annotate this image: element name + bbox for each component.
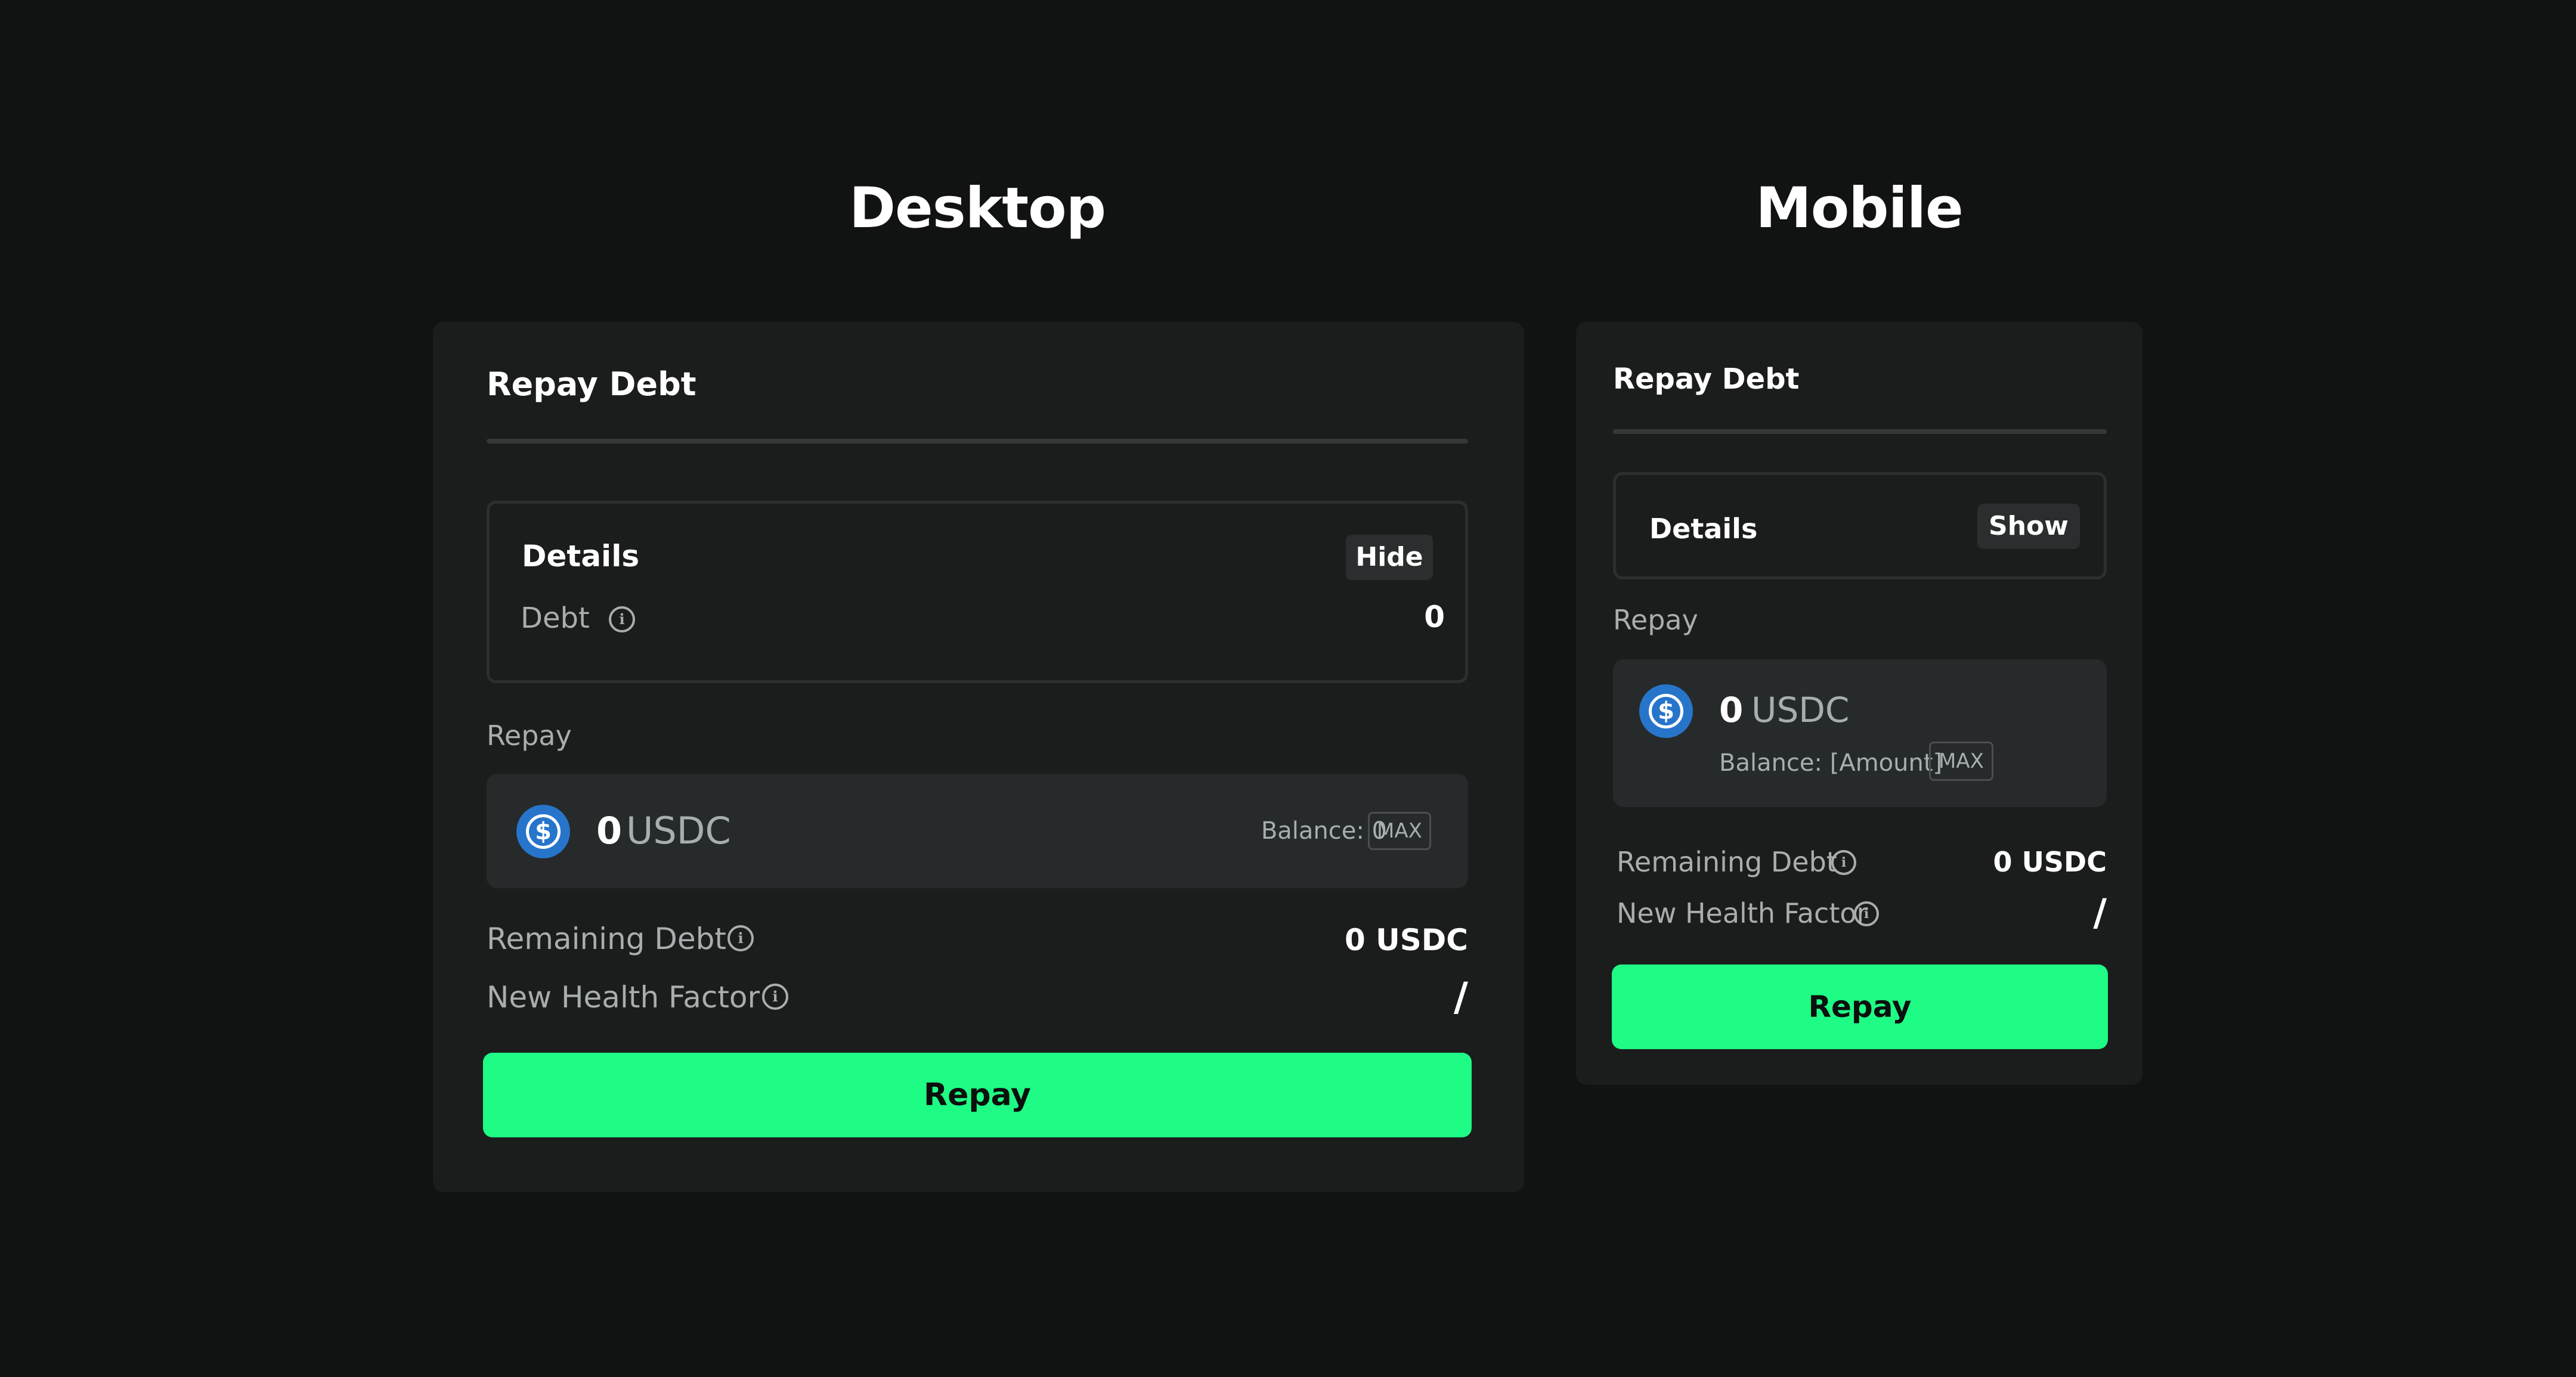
card-title: Repay Debt <box>1613 362 1800 396</box>
amount-value[interactable]: 0 <box>1719 689 1743 731</box>
repay-amount-input[interactable]: $ 0 USDC Balance: [Amount] MAX <box>1613 659 2107 807</box>
info-icon[interactable]: i <box>762 984 788 1010</box>
show-details-button[interactable]: Show <box>1977 504 2080 549</box>
desktop-heading: Desktop <box>849 176 1106 241</box>
balance-text: Balance: 0 <box>1261 817 1387 845</box>
repay-amount-input[interactable]: $ 0 USDC Balance: 0 MAX <box>487 774 1468 888</box>
remaining-debt-label: Remaining Debt <box>1617 846 1837 878</box>
health-factor-value: / <box>1453 974 1468 1020</box>
divider <box>1613 429 2107 434</box>
remaining-debt-value: 0 USDC <box>1993 846 2107 878</box>
remaining-debt-value: 0 USDC <box>1344 923 1468 957</box>
health-factor-label: New Health Factor <box>487 980 760 1015</box>
token-symbol: USDC <box>626 809 731 852</box>
repay-label: Repay <box>487 719 572 752</box>
health-factor-label: New Health Factor <box>1617 897 1868 929</box>
max-button[interactable]: MAX <box>1368 812 1431 850</box>
usdc-icon: $ <box>1639 684 1693 738</box>
balance-text: Balance: [Amount] <box>1719 749 1943 777</box>
details-panel: Details Hide Debt i 0 <box>487 501 1468 683</box>
token-symbol: USDC <box>1751 690 1850 730</box>
mobile-heading: Mobile <box>1755 176 1964 241</box>
divider <box>487 439 1468 444</box>
info-icon[interactable]: i <box>1831 850 1856 875</box>
debt-value: 0 <box>1424 600 1445 634</box>
repay-button[interactable]: Repay <box>483 1053 1472 1137</box>
amount-value[interactable]: 0 <box>596 810 622 852</box>
mobile-repay-card: Repay Debt Details Show Repay $ 0 USDC B… <box>1576 322 2142 1085</box>
hide-details-button[interactable]: Hide <box>1346 535 1433 580</box>
info-icon[interactable]: i <box>1854 901 1879 926</box>
health-factor-value: / <box>2093 891 2107 934</box>
info-icon[interactable]: i <box>727 925 754 951</box>
remaining-debt-label: Remaining Debt <box>487 922 727 956</box>
card-title: Repay Debt <box>487 365 696 403</box>
details-title: Details <box>522 539 640 573</box>
desktop-repay-card: Repay Debt Details Hide Debt i 0 Repay $… <box>433 322 1524 1192</box>
usdc-icon: $ <box>516 805 570 858</box>
info-icon[interactable]: i <box>609 606 635 632</box>
debt-label: Debt <box>521 601 590 635</box>
max-button[interactable]: MAX <box>1929 742 1993 781</box>
details-panel: Details Show <box>1613 472 2107 579</box>
repay-button[interactable]: Repay <box>1612 964 2108 1049</box>
details-title: Details <box>1649 513 1758 545</box>
repay-label: Repay <box>1613 604 1698 636</box>
